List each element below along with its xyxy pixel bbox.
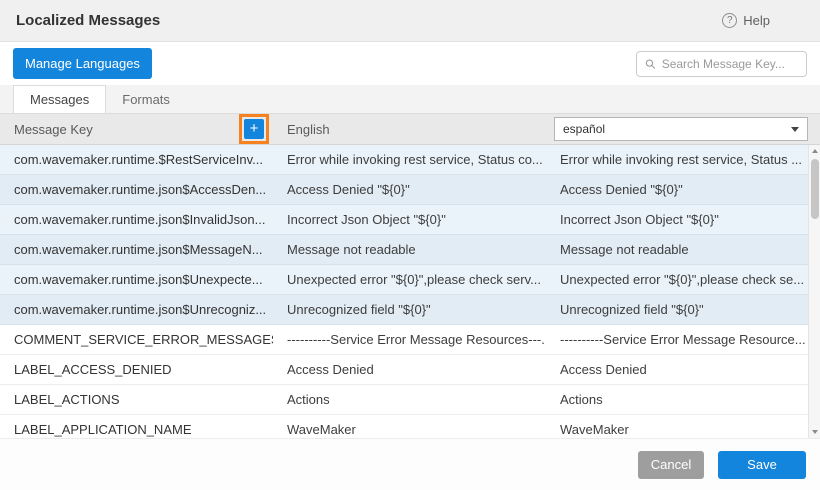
cancel-button[interactable]: Cancel xyxy=(638,451,704,479)
message-key-cell: LABEL_ACCESS_DENIED xyxy=(0,362,273,377)
english-column-label: English xyxy=(287,122,330,137)
english-message-cell[interactable]: Incorrect Json Object "${0}" xyxy=(273,212,546,227)
english-message-cell[interactable]: Access Denied xyxy=(273,362,546,377)
table-row[interactable]: com.wavemaker.runtime.json$MessageN... M… xyxy=(0,235,820,265)
scrollbar-thumb[interactable] xyxy=(811,159,819,219)
page-title: Localized Messages xyxy=(16,12,160,29)
table-row[interactable]: LABEL_APPLICATION_NAME WaveMaker WaveMak… xyxy=(0,415,820,438)
table-row[interactable]: com.wavemaker.runtime.json$Unexpecte... … xyxy=(0,265,820,295)
english-message-cell[interactable]: Actions xyxy=(273,392,546,407)
messages-table: Message Key + English español com.wavema… xyxy=(0,113,820,439)
scroll-up-icon[interactable] xyxy=(809,145,820,157)
search-icon xyxy=(645,58,656,70)
column-header-message-key: Message Key + xyxy=(0,114,273,144)
add-button-highlight-box: + xyxy=(239,114,269,144)
localized-message-cell[interactable]: Error while invoking rest service, Statu… xyxy=(546,152,820,167)
message-key-cell: COMMENT_SERVICE_ERROR_MESSAGES xyxy=(0,332,273,347)
english-message-cell[interactable]: ----------Service Error Message Resource… xyxy=(273,332,546,347)
language-select-value: español xyxy=(563,122,605,136)
table-row[interactable]: LABEL_ACTIONS Actions Actions xyxy=(0,385,820,415)
localized-messages-dialog: Localized Messages ? Help Manage Languag… xyxy=(0,0,820,490)
message-key-cell: LABEL_ACTIONS xyxy=(0,392,273,407)
toolbar: Manage Languages xyxy=(0,42,820,85)
english-message-cell[interactable]: Unrecognized field "${0}" xyxy=(273,302,546,317)
table-row[interactable]: com.wavemaker.runtime.json$Unrecogniz...… xyxy=(0,295,820,325)
manage-languages-button[interactable]: Manage Languages xyxy=(13,48,152,79)
message-key-cell: com.wavemaker.runtime.$RestServiceInv... xyxy=(0,152,273,167)
english-message-cell[interactable]: Message not readable xyxy=(273,242,546,257)
english-message-cell[interactable]: Error while invoking rest service, Statu… xyxy=(273,152,546,167)
save-button[interactable]: Save xyxy=(718,451,806,479)
localized-message-cell[interactable]: Access Denied xyxy=(546,362,820,377)
table-rows: com.wavemaker.runtime.$RestServiceInv...… xyxy=(0,145,820,438)
localized-message-cell[interactable]: Incorrect Json Object "${0}" xyxy=(546,212,820,227)
message-key-cell: com.wavemaker.runtime.json$AccessDen... xyxy=(0,182,273,197)
column-header-language: español xyxy=(546,114,820,144)
localized-message-cell[interactable]: Unexpected error "${0}",please check se.… xyxy=(546,272,820,287)
localized-message-cell[interactable]: ----------Service Error Message Resource… xyxy=(546,332,820,347)
column-header-english: English xyxy=(273,114,546,144)
tabs-bar: Messages Formats xyxy=(0,85,820,113)
dialog-footer: Cancel Save xyxy=(0,439,820,490)
chevron-down-icon xyxy=(791,127,799,132)
localized-message-cell[interactable]: Access Denied "${0}" xyxy=(546,182,820,197)
dialog-header: Localized Messages ? Help xyxy=(0,0,820,42)
table-row[interactable]: com.wavemaker.runtime.json$AccessDen... … xyxy=(0,175,820,205)
language-select[interactable]: español xyxy=(554,117,808,141)
localized-message-cell[interactable]: Message not readable xyxy=(546,242,820,257)
tab-formats[interactable]: Formats xyxy=(106,85,186,113)
english-message-cell[interactable]: Unexpected error "${0}",please check ser… xyxy=(273,272,546,287)
localized-message-cell[interactable]: Actions xyxy=(546,392,820,407)
table-scrollbar[interactable] xyxy=(808,145,820,438)
message-key-cell: com.wavemaker.runtime.json$MessageN... xyxy=(0,242,273,257)
table-row[interactable]: com.wavemaker.runtime.$RestServiceInv...… xyxy=(0,145,820,175)
search-box[interactable] xyxy=(636,51,807,77)
table-row[interactable]: LABEL_ACCESS_DENIED Access Denied Access… xyxy=(0,355,820,385)
message-key-cell: LABEL_APPLICATION_NAME xyxy=(0,422,273,437)
table-row[interactable]: COMMENT_SERVICE_ERROR_MESSAGES ---------… xyxy=(0,325,820,355)
search-input[interactable] xyxy=(662,57,798,71)
tab-messages[interactable]: Messages xyxy=(13,85,106,113)
message-key-cell: com.wavemaker.runtime.json$Unrecogniz... xyxy=(0,302,273,317)
message-key-cell: com.wavemaker.runtime.json$InvalidJson..… xyxy=(0,212,273,227)
localized-message-cell[interactable]: Unrecognized field "${0}" xyxy=(546,302,820,317)
help-label: Help xyxy=(743,13,770,28)
table-row[interactable]: com.wavemaker.runtime.json$InvalidJson..… xyxy=(0,205,820,235)
table-header-row: Message Key + English español xyxy=(0,113,820,145)
scroll-down-icon[interactable] xyxy=(809,426,820,438)
add-message-button[interactable]: + xyxy=(244,119,264,139)
help-icon: ? xyxy=(722,13,737,28)
english-message-cell[interactable]: WaveMaker xyxy=(273,422,546,437)
localized-message-cell[interactable]: WaveMaker xyxy=(546,422,820,437)
help-button[interactable]: ? Help xyxy=(722,13,770,28)
english-message-cell[interactable]: Access Denied "${0}" xyxy=(273,182,546,197)
message-key-cell: com.wavemaker.runtime.json$Unexpecte... xyxy=(0,272,273,287)
message-key-column-label: Message Key xyxy=(14,122,93,137)
